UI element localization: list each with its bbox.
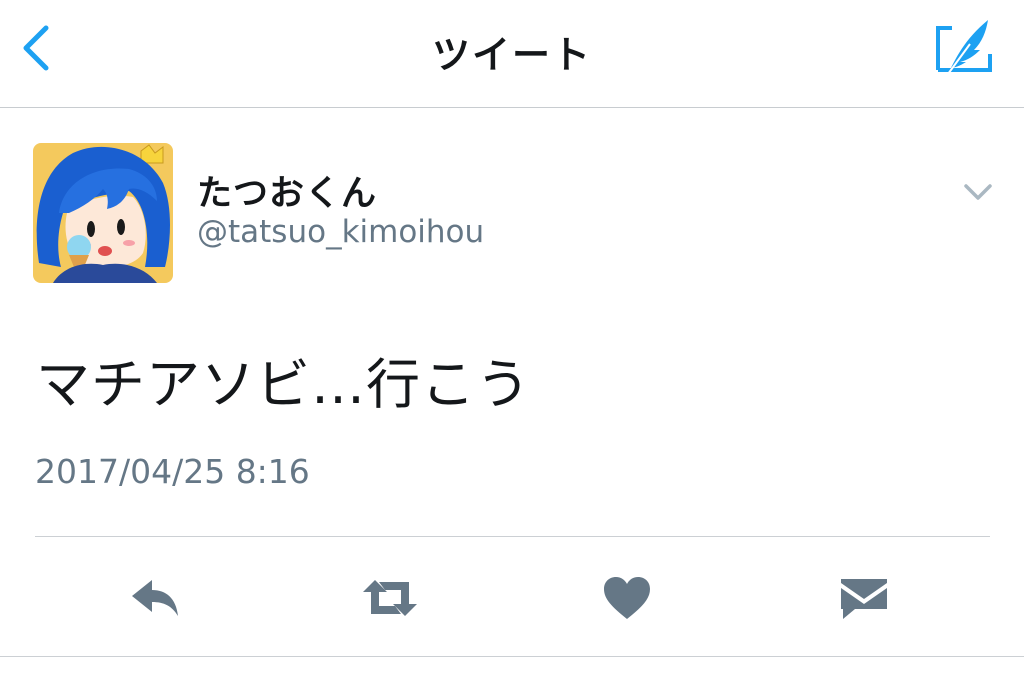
screen-name[interactable]: @tatsuo_kimoihou: [197, 214, 484, 250]
navigation-bar: ツイート: [0, 0, 1024, 108]
divider: [35, 536, 990, 537]
avatar[interactable]: [33, 143, 173, 283]
tweet-text: マチアソビ…行こう: [36, 353, 531, 416]
retweet-button[interactable]: [355, 568, 425, 628]
envelope-icon: [841, 579, 887, 619]
retweet-icon: [363, 580, 417, 616]
tweet-detail-screen: ツイート たつおくん @tatsuo_kimoihou マチアソビ…行こう 20…: [0, 0, 1024, 685]
reply-icon: [132, 580, 178, 616]
compose-button[interactable]: [930, 14, 998, 80]
display-name[interactable]: たつおくん: [197, 165, 377, 216]
reply-button[interactable]: [119, 568, 189, 628]
page-title: ツイート: [431, 33, 592, 77]
heart-icon: [604, 577, 650, 619]
tweet-options-button[interactable]: [958, 176, 998, 206]
tweet-timestamp: 2017/04/25 8:16: [35, 452, 310, 491]
like-button[interactable]: [592, 568, 662, 628]
compose-quill-icon: [936, 20, 992, 75]
direct-message-button[interactable]: [829, 568, 899, 628]
chevron-down-icon: [964, 184, 992, 200]
avatar-illustration: [33, 143, 173, 283]
bottom-divider: [0, 656, 1024, 657]
